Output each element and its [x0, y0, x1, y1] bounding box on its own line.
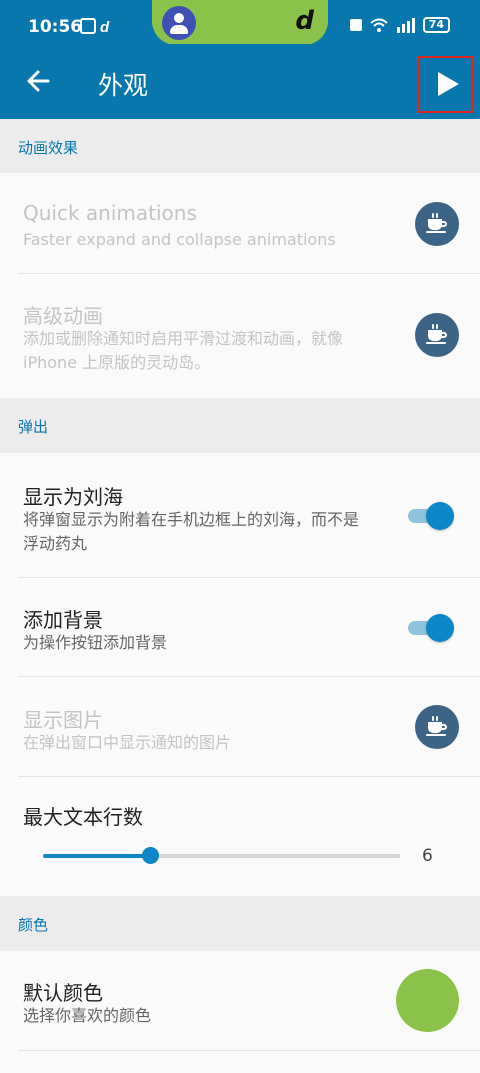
status-left-icons: d: [80, 17, 120, 39]
coffee-icon[interactable]: [415, 202, 459, 246]
avatar-icon: [162, 6, 196, 40]
section-title: 颜色: [18, 916, 49, 934]
arrow-left-icon: [27, 70, 50, 92]
setting-subtitle: 添加或删除通知时启用平滑过渡和动画，就像 iPhone 上原版的灵动岛。: [23, 329, 344, 372]
divider: [18, 1050, 480, 1051]
play-icon: [438, 72, 459, 96]
toolbar: 外观: [0, 44, 480, 119]
slider-thumb[interactable]: [142, 847, 160, 864]
setting-title: 添加背景: [23, 608, 103, 632]
section-title: 动画效果: [18, 139, 79, 157]
setting-quick-animations[interactable]: Quick animations Faster expand and colla…: [0, 173, 480, 273]
section-title: 弹出: [18, 418, 49, 436]
section-header-animation: 动画效果: [0, 119, 480, 173]
show-as-notch-switch[interactable]: [408, 500, 456, 530]
section-header-color: 颜色: [0, 896, 480, 951]
coffee-icon[interactable]: [415, 705, 459, 749]
status-bar: 10:56 d d 74: [0, 0, 480, 45]
setting-subtitle: 为操作按钮添加背景: [23, 633, 168, 652]
setting-title: 显示图片: [23, 708, 103, 732]
color-swatch[interactable]: [396, 969, 459, 1032]
setting-show-as-notch[interactable]: 显示为刘海 将弹窗显示为附着在手机边框上的刘海，而不是浮动药丸: [0, 453, 480, 577]
setting-title: Quick animations: [23, 201, 197, 225]
setting-show-image[interactable]: 显示图片 在弹出窗口中显示通知的图片: [0, 677, 480, 776]
coffee-icon[interactable]: [415, 313, 459, 357]
hd-icon: [349, 19, 362, 31]
setting-add-background[interactable]: 添加背景 为操作按钮添加背景: [0, 578, 480, 676]
slider-value: 6: [422, 846, 433, 866]
setting-title: 高级动画: [23, 304, 103, 328]
setting-subtitle: 选择你喜欢的颜色: [23, 1006, 152, 1025]
signal-icon: [396, 18, 415, 33]
battery-icon: 74: [422, 17, 450, 33]
svg-text:d: d: [100, 19, 110, 35]
section-header-popup: 弹出: [0, 398, 480, 453]
setting-subtitle: 在弹出窗口中显示通知的图片: [23, 733, 232, 752]
slider-fill: [43, 854, 151, 858]
hd-audio-icon: d: [80, 18, 110, 36]
max-lines-slider[interactable]: [43, 847, 400, 864]
wifi-icon: [370, 18, 388, 32]
play-button[interactable]: [418, 56, 473, 113]
setting-subtitle: Faster expand and collapse animations: [23, 230, 336, 249]
setting-title: 最大文本行数: [23, 805, 143, 829]
status-right-icons: 74: [349, 17, 450, 33]
app-logo-icon: d: [295, 6, 314, 36]
page-title: 外观: [98, 71, 149, 100]
setting-title: 显示为刘海: [23, 485, 123, 509]
status-time: 10:56: [28, 17, 83, 37]
setting-subtitle: 将弹窗显示为附着在手机边框上的刘海，而不是浮动药丸: [23, 510, 360, 553]
setting-advanced-animations[interactable]: 高级动画 添加或删除通知时启用平滑过渡和动画，就像 iPhone 上原版的灵动岛…: [0, 274, 480, 398]
dynamic-island-pill[interactable]: d: [152, 0, 328, 45]
back-button[interactable]: [20, 61, 60, 101]
add-background-switch[interactable]: [408, 612, 456, 642]
setting-max-text-lines: 最大文本行数: [0, 777, 480, 896]
setting-title: 默认颜色: [23, 981, 103, 1005]
